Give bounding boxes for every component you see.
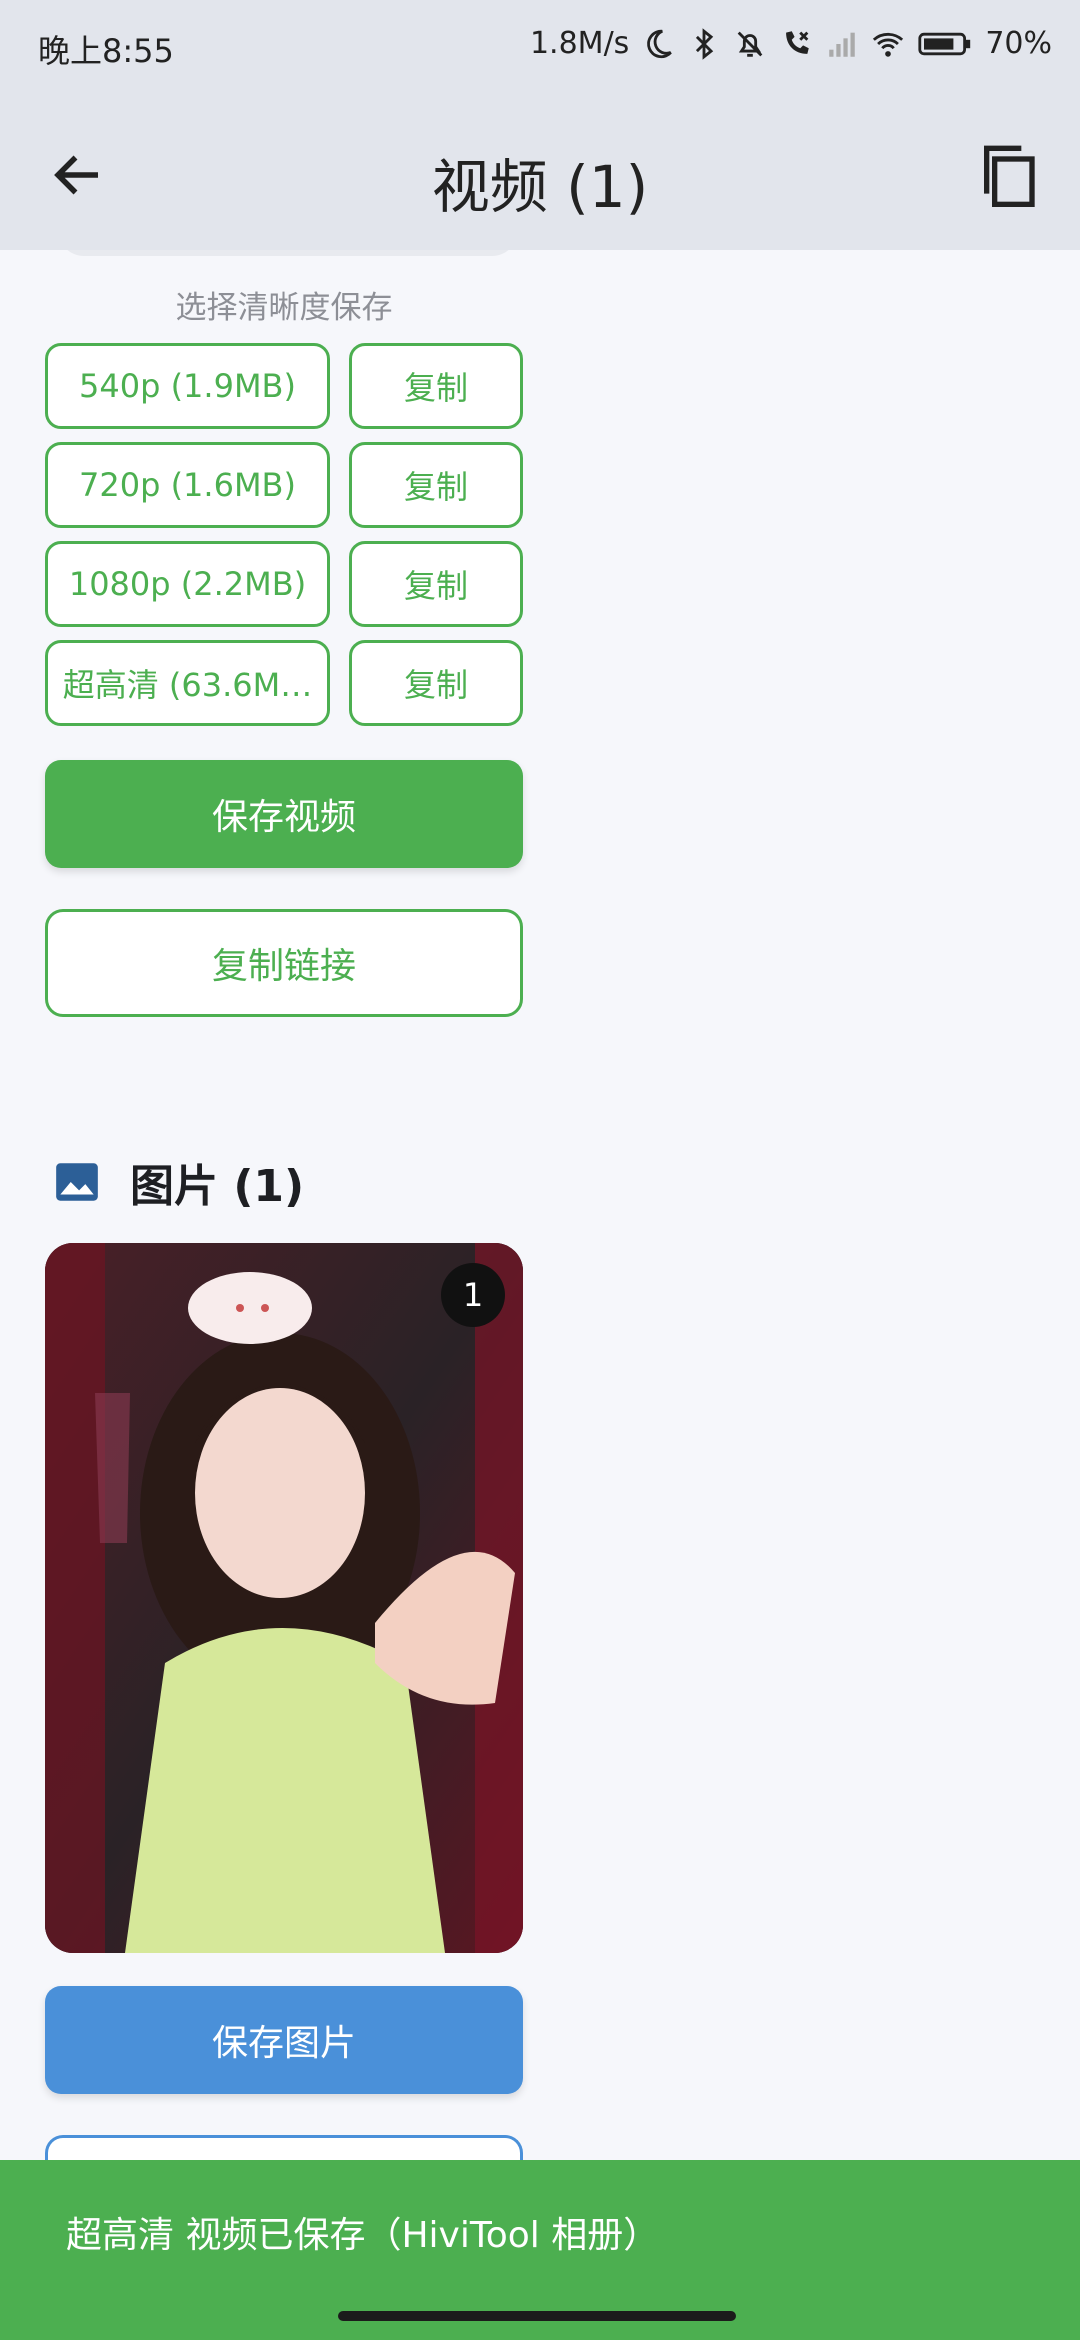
main-content[interactable]: 选择清晰度保存 540p (1.9MB) 复制 720p (1.6MB) 复制 … <box>0 250 1080 2160</box>
quality-subtitle: 选择清晰度保存 <box>175 290 393 326</box>
copy-540p-button[interactable]: 复制 <box>349 343 523 429</box>
copy-720p-button[interactable]: 复制 <box>349 442 523 528</box>
battery-icon <box>918 32 971 55</box>
photo-illustration <box>45 1243 523 1953</box>
quality-540p-button[interactable]: 540p (1.9MB) <box>45 343 330 429</box>
signal-icon <box>829 32 856 57</box>
quality-720p-button[interactable]: 720p (1.6MB) <box>45 442 330 528</box>
app-bar: 视频 (1) <box>0 100 1080 250</box>
save-video-button[interactable]: 保存视频 <box>45 760 523 868</box>
status-icons: 1.8M/s 70% <box>530 26 1052 61</box>
quality-1080p-button[interactable]: 1080p (2.2MB) <box>45 541 330 627</box>
video-preview-edge <box>58 250 518 256</box>
page-title: 视频 (1) <box>431 153 649 221</box>
net-speed: 1.8M/s <box>529 26 630 61</box>
bluetooth-icon <box>696 27 714 60</box>
battery-level: 70% <box>985 26 1052 61</box>
status-time: 晚上8:55 <box>38 32 174 70</box>
status-bar: 晚上8:55 1.8M/s 70% <box>0 0 1080 100</box>
home-indicator[interactable] <box>338 2311 736 2321</box>
snackbar-message: 超高清 视频已保存（HiviTool 相册） <box>66 2215 660 2256</box>
copy-1080p-button[interactable]: 复制 <box>349 541 523 627</box>
moon-icon <box>647 29 673 58</box>
image-section-title: 图片 (1) <box>130 1161 305 1212</box>
wifi-icon <box>873 32 904 57</box>
copy-icon[interactable] <box>976 140 1040 210</box>
quality-uhd-button[interactable]: 超高清 (63.6M… <box>45 640 330 726</box>
image-count-badge: 1 <box>441 1263 505 1327</box>
copy-uhd-button[interactable]: 复制 <box>349 640 523 726</box>
bell-off-icon <box>737 31 763 57</box>
image-section-header: 图片 (1) <box>52 1150 304 1214</box>
copy-link-button[interactable]: 复制链接 <box>45 909 523 1017</box>
secondary-image-button[interactable] <box>45 2135 523 2160</box>
save-image-button[interactable]: 保存图片 <box>45 1986 523 2094</box>
image-icon <box>56 1163 98 1201</box>
image-thumbnail[interactable]: 1 <box>45 1243 523 1953</box>
call-blocked-icon <box>786 30 810 54</box>
